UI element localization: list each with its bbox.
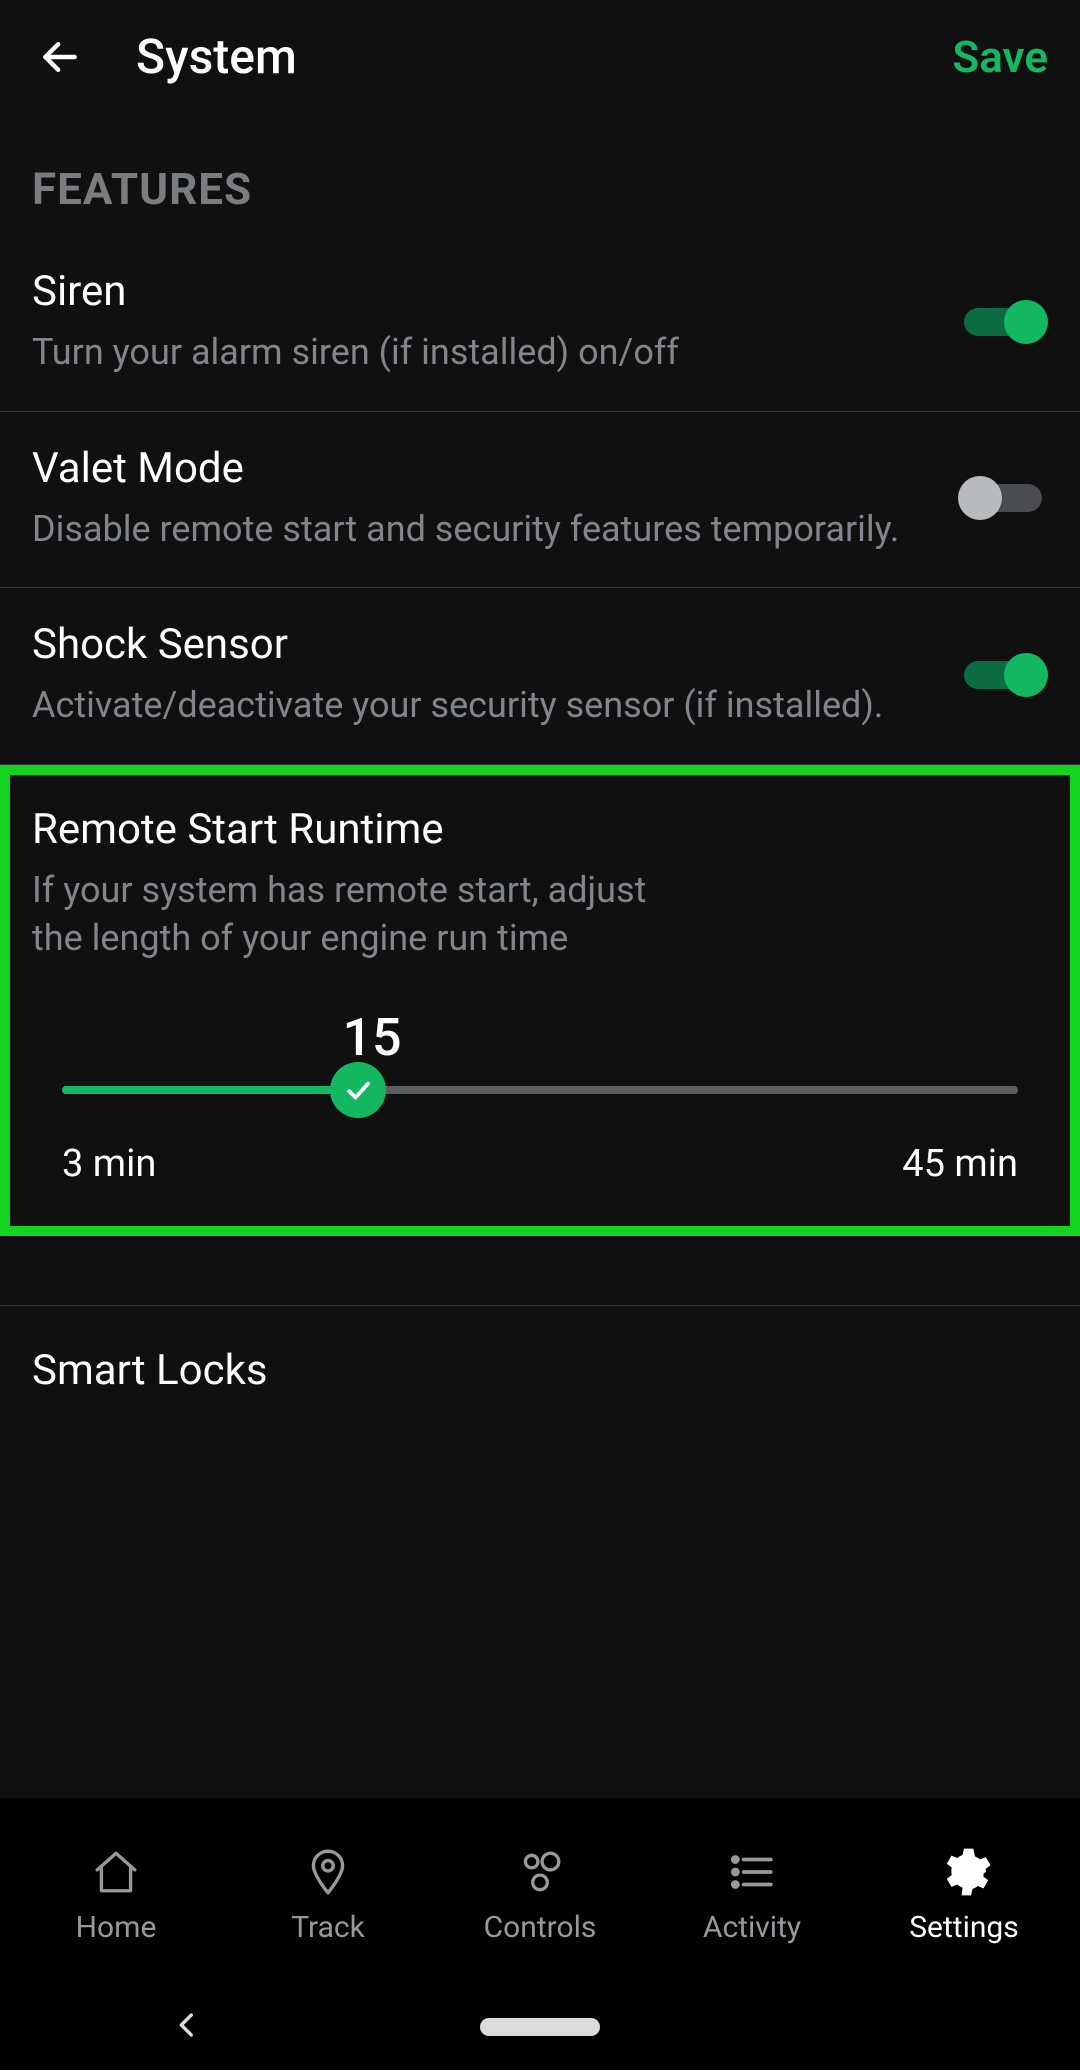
- home-icon: [88, 1844, 144, 1900]
- setting-item-runtime: Remote Start Runtime If your system has …: [0, 765, 1080, 1236]
- slider-value: 15: [0, 1007, 850, 1068]
- item-desc: Activate/deactivate your security sensor…: [32, 681, 938, 730]
- arrow-left-icon: [38, 35, 82, 79]
- setting-item-siren: Siren Turn your alarm siren (if installe…: [0, 235, 1080, 412]
- valet-toggle[interactable]: [958, 476, 1048, 520]
- setting-item-shock: Shock Sensor Activate/deactivate your se…: [0, 588, 1080, 765]
- gear-icon: [936, 1844, 992, 1900]
- android-home-pill[interactable]: [480, 2018, 600, 2036]
- item-title: Valet Mode: [32, 444, 938, 493]
- controls-icon: [512, 1844, 568, 1900]
- chevron-left-icon: [170, 2008, 204, 2042]
- tab-label: Controls: [484, 1910, 597, 1945]
- header: System Save: [0, 0, 1080, 113]
- tab-bar: Home Track Controls: [0, 1798, 1080, 1984]
- list-icon: [724, 1844, 780, 1900]
- content: FEATURES Siren Turn your alarm siren (if…: [0, 113, 1080, 1798]
- setting-item-smartlocks[interactable]: Smart Locks: [0, 1306, 1080, 1395]
- shock-toggle[interactable]: [958, 653, 1048, 697]
- tab-label: Activity: [703, 1910, 801, 1945]
- runtime-slider[interactable]: 15 3 min 45 min: [32, 1007, 1048, 1186]
- tab-activity[interactable]: Activity: [646, 1844, 858, 1945]
- slider-track: [62, 1086, 1018, 1094]
- section-gap: [0, 1236, 1080, 1306]
- tab-label: Track: [291, 1910, 365, 1945]
- tab-home[interactable]: Home: [10, 1844, 222, 1945]
- save-button[interactable]: Save: [952, 31, 1048, 83]
- pin-icon: [300, 1844, 356, 1900]
- item-title: Siren: [32, 267, 938, 316]
- tab-track[interactable]: Track: [222, 1844, 434, 1945]
- tab-controls[interactable]: Controls: [434, 1844, 646, 1945]
- item-desc: If your system has remote start, adjust …: [32, 866, 652, 963]
- slider-fill: [62, 1086, 358, 1094]
- item-title: Remote Start Runtime: [32, 805, 1048, 854]
- item-title: Shock Sensor: [32, 620, 938, 669]
- slider-range-labels: 3 min 45 min: [62, 1142, 1018, 1186]
- slider-min-label: 3 min: [62, 1142, 156, 1186]
- setting-item-valet: Valet Mode Disable remote start and secu…: [0, 412, 1080, 589]
- slider-thumb[interactable]: [330, 1062, 386, 1118]
- item-desc: Disable remote start and security featur…: [32, 505, 938, 554]
- slider-max-label: 45 min: [902, 1142, 1018, 1186]
- app-root: System Save FEATURES Siren Turn your ala…: [0, 0, 1080, 1984]
- back-button[interactable]: [32, 29, 88, 85]
- android-nav-bar: [0, 1984, 1080, 2070]
- android-back-button[interactable]: [170, 2008, 204, 2046]
- page-title: System: [136, 28, 297, 85]
- item-desc: Turn your alarm siren (if installed) on/…: [32, 328, 938, 377]
- siren-toggle[interactable]: [958, 300, 1048, 344]
- tab-label: Home: [76, 1910, 157, 1945]
- tab-label: Settings: [909, 1910, 1019, 1945]
- tab-settings[interactable]: Settings: [858, 1844, 1070, 1945]
- check-icon: [343, 1075, 373, 1105]
- section-header-features: FEATURES: [0, 113, 1080, 235]
